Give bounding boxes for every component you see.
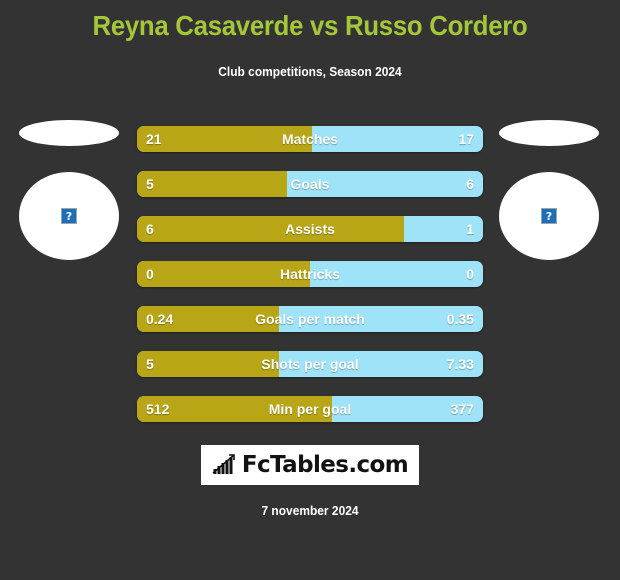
stat-label: Goals per match [255, 311, 365, 327]
fctables-logo[interactable]: FcTables.com [201, 445, 419, 485]
stat-label: Shots per goal [261, 356, 359, 372]
player-away-photo: ? [499, 172, 599, 260]
stat-bar-list: 21 Matches 17 5 Goals 6 6 Assists 1 0 Ha… [137, 126, 483, 441]
stat-label: Matches [281, 131, 339, 147]
player-home-flag [19, 120, 119, 146]
stat-label: Min per goal [268, 401, 352, 417]
stat-comparison-page: Reyna Casaverde vs Russo Cordero Club co… [0, 0, 620, 580]
stat-away-value: 1 [466, 221, 474, 237]
stat-row: 0.24 Goals per match 0.35 [137, 306, 483, 332]
stat-away-value: 6 [466, 176, 474, 192]
player-away-flag [499, 120, 599, 146]
stat-away-value: 0 [466, 266, 474, 282]
stat-away-value: 0.35 [446, 311, 474, 327]
bar-chart-trending-up-icon [212, 454, 235, 474]
stat-label: Assists [285, 221, 335, 237]
logo-text: FcTables.com [241, 451, 409, 478]
stat-row: 21 Matches 17 [137, 126, 483, 152]
stat-row: 5 Goals 6 [137, 171, 483, 197]
stat-away-value: 17 [458, 131, 474, 147]
stat-row: 0 Hattricks 0 [137, 261, 483, 287]
page-subtitle: Club competitions, Season 2024 [218, 64, 402, 79]
player-home-block: ? [14, 120, 124, 260]
broken-image-icon: ? [61, 208, 77, 224]
stat-away-value: 377 [450, 401, 474, 417]
footer-date: 7 november 2024 [261, 503, 359, 518]
player-home-photo: ? [19, 172, 119, 260]
stat-away-value: 7.33 [446, 356, 474, 372]
stat-row: 5 Shots per goal 7.33 [137, 351, 483, 377]
stat-label: Goals [290, 176, 330, 192]
page-title: Reyna Casaverde vs Russo Cordero [92, 10, 528, 41]
stat-row: 6 Assists 1 [137, 216, 483, 242]
stat-row: 512 Min per goal 377 [137, 396, 483, 422]
broken-image-icon: ? [541, 208, 557, 224]
stat-label: Hattricks [280, 266, 340, 282]
player-away-block: ? [494, 120, 604, 260]
